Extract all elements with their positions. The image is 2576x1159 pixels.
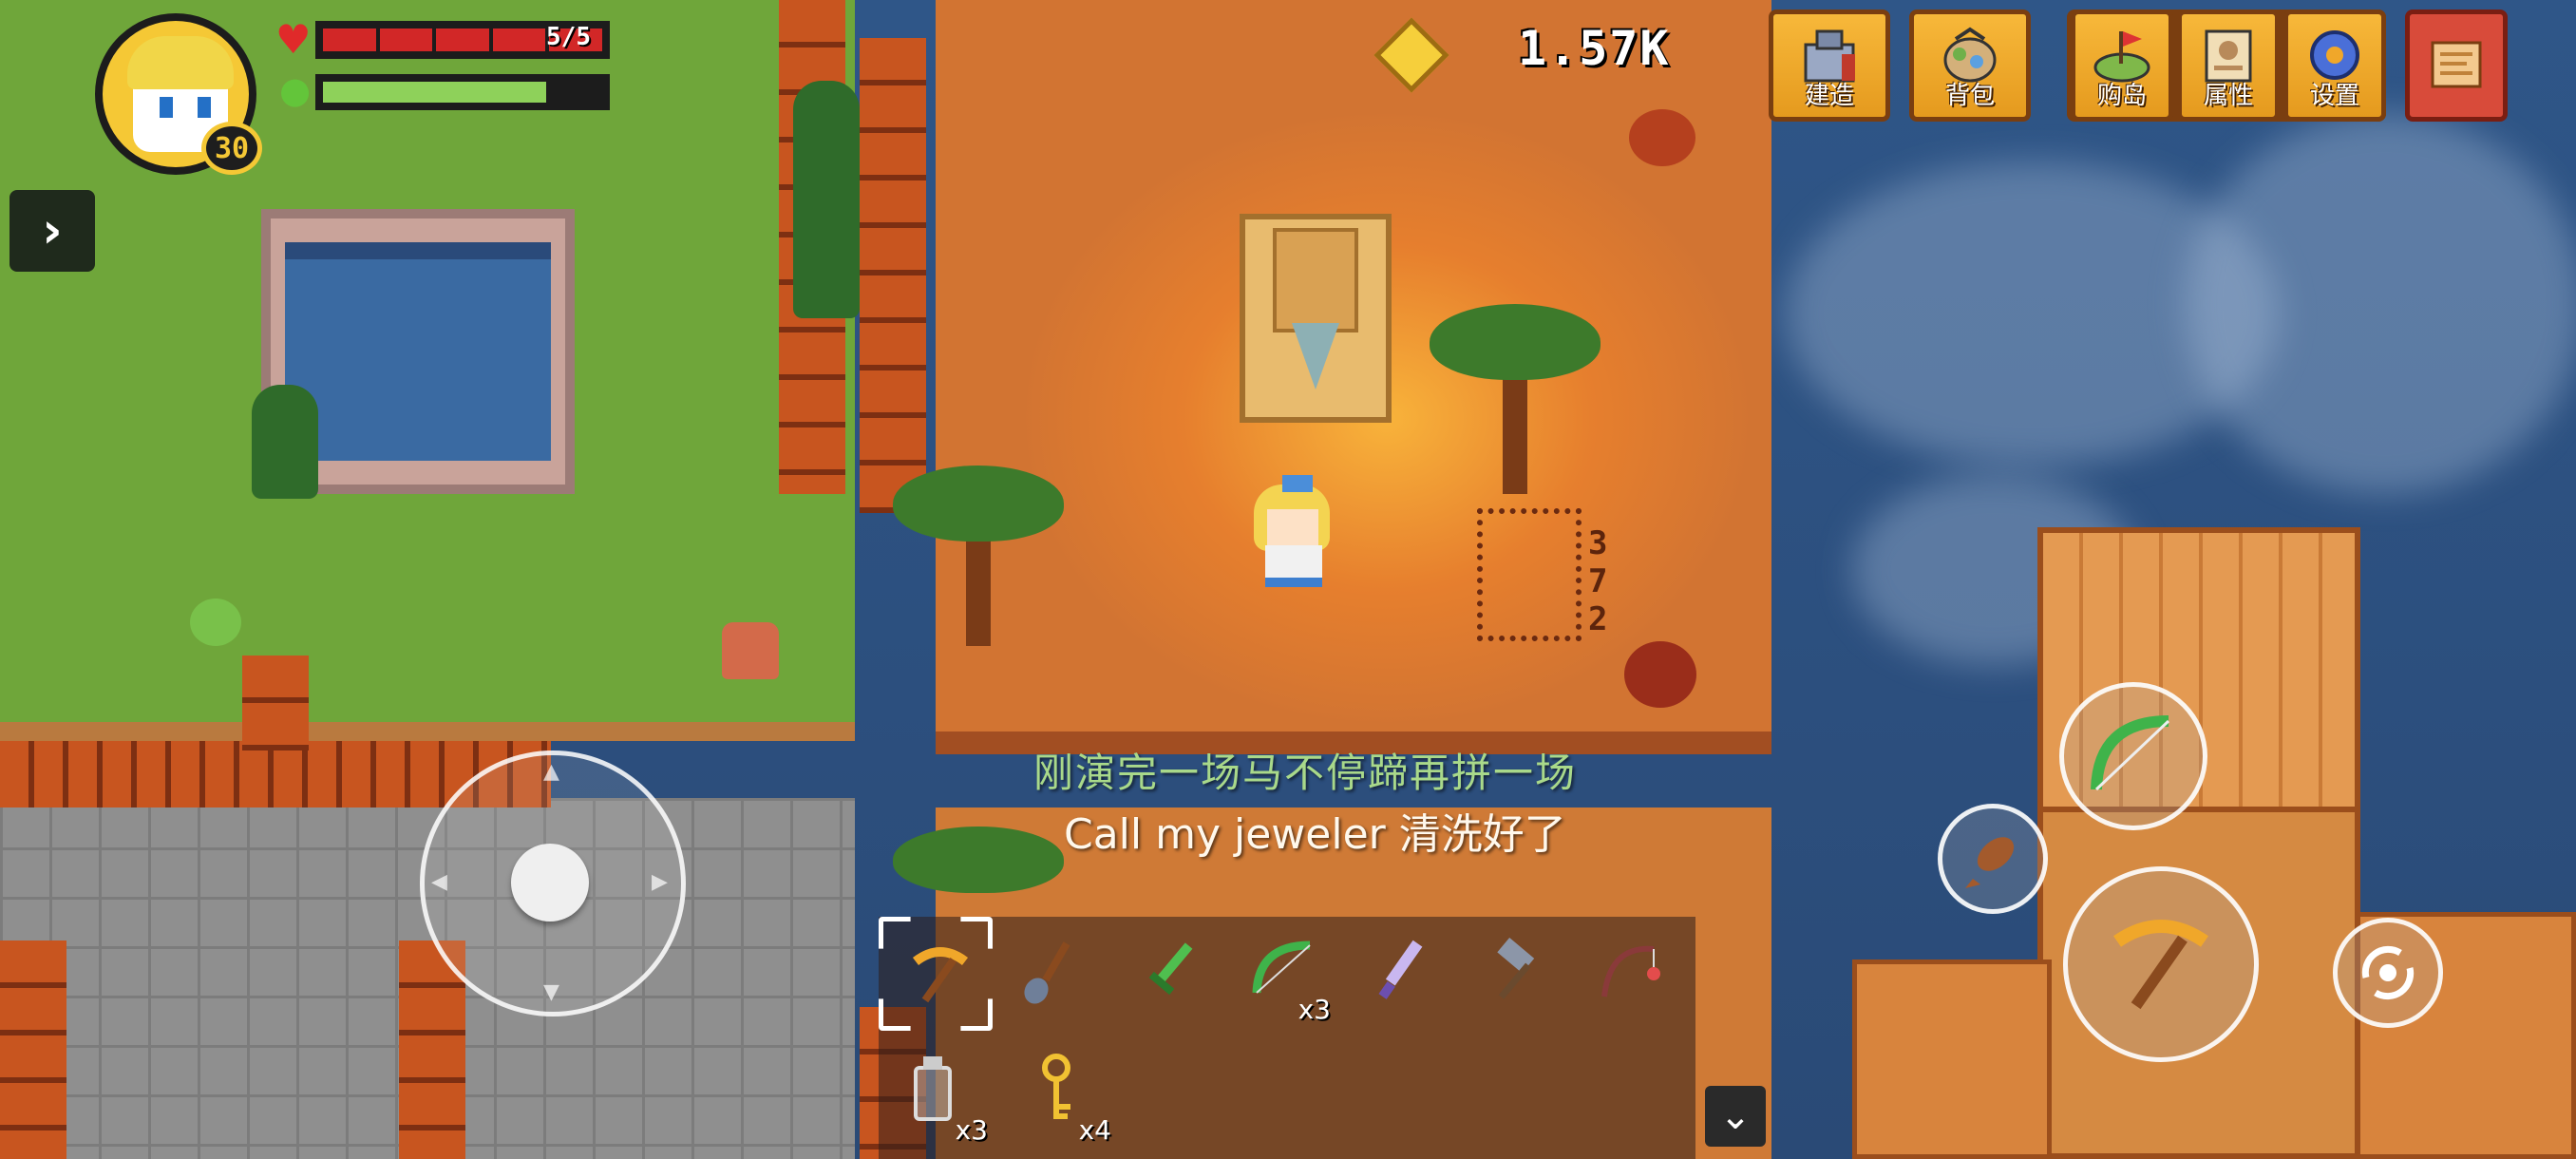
- red-rock: [1629, 109, 1695, 166]
- pickaxe-icon: [912, 947, 969, 1003]
- hotbar-slot-fishing-rod[interactable]: [1574, 917, 1688, 1031]
- dig-digits: 3 7 2: [1588, 524, 1607, 638]
- cooked-fish-icon: [1965, 837, 2015, 888]
- energy-drop-icon: ●: [279, 69, 312, 111]
- player-character: [1235, 475, 1358, 598]
- bow-icon: [2091, 715, 2170, 791]
- map-button[interactable]: [2405, 10, 2508, 122]
- fence: [242, 656, 309, 750]
- buy-island-button[interactable]: 购岛: [2071, 10, 2173, 122]
- hotbar-slot-sword[interactable]: [1110, 917, 1224, 1031]
- health-segment: [379, 28, 433, 51]
- ore-rock: [722, 622, 779, 679]
- hotbar-slot-bottle[interactable]: x3: [883, 1045, 988, 1150]
- shovel-icon: [1024, 941, 1070, 1004]
- joystick-down-arrow-icon: ▼: [543, 980, 559, 1004]
- heart-icon: ♥: [275, 16, 312, 63]
- slot-count: x4: [1078, 1114, 1111, 1146]
- fountain-water: [285, 242, 551, 461]
- settings-gear-icon: [2310, 30, 2359, 80]
- hotbar-slot-crystal-sword[interactable]: [1342, 917, 1456, 1031]
- health-text: 5/5: [546, 23, 591, 51]
- settings-button[interactable]: 设置: [2283, 10, 2386, 122]
- dig-digit: 2: [1588, 600, 1608, 638]
- green-slime: [190, 598, 241, 646]
- roll-dodge-button[interactable]: [2333, 918, 2443, 1028]
- eat-food-button[interactable]: [1938, 804, 2048, 914]
- backpack-button[interactable]: 背包: [1909, 10, 2031, 122]
- hotbar-slot-shovel[interactable]: [994, 917, 1108, 1031]
- side-panel-toggle-button[interactable]: ›: [9, 190, 95, 272]
- bow-action-button[interactable]: [2059, 682, 2207, 830]
- island-edge: [0, 722, 855, 741]
- health-segment: [492, 28, 546, 51]
- hotbar-slot-hammer[interactable]: [1458, 917, 1572, 1031]
- hammer-icon: [1497, 938, 1535, 999]
- attributes-icon: [2205, 29, 2252, 83]
- hotbar-slot-key[interactable]: x4: [1007, 1045, 1111, 1150]
- pickaxe-icon: [2113, 920, 2208, 1010]
- statue-panel: [1273, 228, 1358, 332]
- health-segment: [436, 28, 489, 51]
- slot-count: x3: [1297, 994, 1331, 1025]
- level-badge: 30: [201, 122, 262, 175]
- expand-hotbar-button[interactable]: ⌄: [1705, 1086, 1766, 1147]
- health-segment: [323, 28, 376, 51]
- fence: [860, 38, 926, 513]
- use-tool-button[interactable]: [2063, 866, 2259, 1062]
- buy-island-icon: [2093, 31, 2150, 83]
- hotbar-slot-bow[interactable]: x3: [1226, 917, 1340, 1031]
- slot-count: x3: [955, 1114, 988, 1146]
- subtitle-line-1: 刚演完一场马不停蹄再拼一场: [1033, 750, 1578, 796]
- pine-tree: [252, 385, 318, 499]
- attributes-button[interactable]: 属性: [2177, 10, 2280, 122]
- joystick-knob[interactable]: [511, 844, 589, 922]
- palm-tree: [1420, 294, 1610, 494]
- dig-digit: 3: [1588, 524, 1608, 562]
- map-scroll-icon: [2431, 41, 2482, 88]
- joystick-left-arrow-icon: ◀: [431, 870, 447, 894]
- cloud: [2185, 114, 2576, 494]
- hotbar: x3: [879, 917, 1695, 1040]
- sword-icon: [1148, 942, 1193, 996]
- palm-tree: [883, 446, 1073, 646]
- health-bar: 5/5: [315, 21, 610, 59]
- dodge-roll-icon: [2361, 945, 2415, 1000]
- backpack-icon: [1943, 27, 1997, 83]
- pine-tree: [793, 81, 860, 318]
- hotbar-slot-pickaxe[interactable]: [879, 917, 993, 1031]
- fishing-rod-icon: [1601, 945, 1660, 998]
- crystal-sword-icon: [1378, 940, 1423, 999]
- red-rock: [1624, 641, 1696, 708]
- currency-value: 1.57K: [1518, 21, 1671, 76]
- palm-tree: [883, 808, 1073, 922]
- joystick-up-arrow-icon: ▲: [543, 760, 559, 784]
- dig-marks: [1477, 508, 1582, 641]
- dig-digit: 7: [1588, 562, 1608, 600]
- energy-bar: [315, 74, 610, 110]
- build-button[interactable]: 建造: [1769, 10, 1890, 122]
- joystick-right-arrow-icon: ▶: [652, 870, 668, 894]
- subtitle-line-2: Call my jeweler 清洗好了: [1064, 810, 1566, 859]
- fence: [0, 940, 66, 1159]
- bottle-icon: [914, 1056, 952, 1121]
- tower-step: [1852, 960, 2052, 1159]
- key-icon: [1042, 1054, 1070, 1119]
- build-icon: [1804, 29, 1855, 83]
- energy-fill: [323, 82, 546, 103]
